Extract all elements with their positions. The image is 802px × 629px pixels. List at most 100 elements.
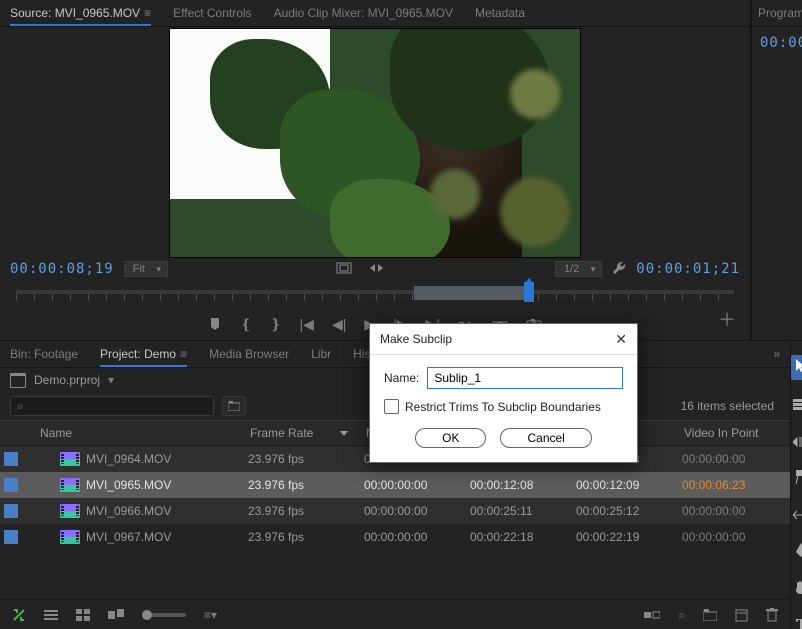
tab-program[interactable]: Program <box>758 6 802 20</box>
cell-media-start: 00:00:00:00 <box>364 530 470 544</box>
row-select-indicator <box>4 478 18 492</box>
timeline-tools <box>791 341 802 629</box>
tab-source[interactable]: Source: MVI_0965.MOV ≡ <box>10 6 151 20</box>
slip-tool[interactable] <box>793 507 802 525</box>
tab-menu-icon[interactable]: ≡ <box>180 347 187 361</box>
search-icon: ⌕ <box>17 399 24 414</box>
automate-to-sequence-icon[interactable] <box>644 609 660 621</box>
col-name[interactable]: Name <box>40 426 250 440</box>
tab-project-label: Project: Demo <box>100 347 176 361</box>
clip-icon <box>60 530 80 544</box>
cell-media-duration: 00:00:12:09 <box>576 478 682 492</box>
make-subclip-dialog: Make Subclip ✕ Name: Restrict Trims To S… <box>369 323 638 463</box>
restrict-trims-label: Restrict Trims To Subclip Boundaries <box>405 400 601 414</box>
table-row[interactable]: MVI_0965.MOV23.976 fps00:00:00:0000:00:1… <box>0 472 790 498</box>
step-back-button[interactable]: ◀| <box>332 316 346 333</box>
tab-libraries[interactable]: Libr <box>311 347 331 361</box>
icon-view-icon[interactable] <box>76 609 90 621</box>
tab-effect-controls[interactable]: Effect Controls <box>173 6 251 20</box>
insert-overwrite-icon[interactable] <box>368 261 386 277</box>
add-marker-button[interactable] <box>208 317 222 331</box>
dialog-close-button[interactable]: ✕ <box>615 331 627 348</box>
clip-icon <box>60 504 80 518</box>
list-view-icon[interactable] <box>44 609 58 621</box>
cell-name: MVI_0964.MOV <box>86 452 248 466</box>
wrench-settings-icon[interactable] <box>612 261 626 278</box>
restrict-trims-checkbox[interactable]: Restrict Trims To Subclip Boundaries <box>384 399 623 414</box>
project-search-input[interactable]: ⌕ <box>10 396 214 416</box>
bin-icon[interactable] <box>10 373 26 388</box>
sort-menu-icon[interactable]: ≡▾ <box>204 608 217 622</box>
dialog-name-label: Name: <box>384 371 419 385</box>
tab-metadata[interactable]: Metadata <box>475 6 525 20</box>
freeform-view-icon[interactable] <box>108 609 124 621</box>
source-viewport-stage <box>0 27 750 258</box>
ok-button[interactable]: OK <box>415 428 486 448</box>
find-icon[interactable]: ⌕ <box>678 608 685 623</box>
row-select-indicator <box>4 452 18 466</box>
tab-source-label: Source: MVI_0965.MOV <box>10 6 140 20</box>
cell-video-in: 00:00:06:23 <box>682 478 788 492</box>
project-breadcrumb[interactable]: Demo.prproj <box>34 373 100 387</box>
playhead[interactable] <box>524 282 534 302</box>
ripple-edit-tool[interactable] <box>793 434 802 452</box>
safe-margins-icon[interactable] <box>336 261 352 277</box>
row-select-indicator <box>4 504 18 518</box>
selection-count: 16 items selected <box>681 399 780 413</box>
tab-project[interactable]: Project: Demo ≡ <box>100 347 187 361</box>
table-row[interactable]: MVI_0967.MOV23.976 fps00:00:00:0000:00:2… <box>0 524 790 550</box>
in-out-range[interactable] <box>414 286 530 300</box>
subclip-name-input[interactable] <box>427 367 623 389</box>
source-timecode-in[interactable]: 00:00:08;19 <box>10 261 114 277</box>
delete-icon[interactable] <box>766 608 778 622</box>
cell-name: MVI_0965.MOV <box>86 478 248 492</box>
col-video-in[interactable]: Video In Point <box>684 426 790 440</box>
program-timecode[interactable]: 00:00 <box>760 35 802 51</box>
cell-name: MVI_0966.MOV <box>86 504 248 518</box>
razor-tool[interactable] <box>794 470 802 489</box>
cell-media-duration: 00:00:22:19 <box>576 530 682 544</box>
pen-tool[interactable] <box>794 543 802 562</box>
mark-out-button[interactable]: ❵ <box>270 316 282 333</box>
track-select-tool[interactable] <box>793 398 802 416</box>
cell-media-end: 00:00:22:18 <box>470 530 576 544</box>
go-to-in-button[interactable]: |◀ <box>300 316 314 333</box>
cell-video-in: 00:00:00:00 <box>682 452 788 466</box>
type-tool[interactable] <box>794 617 802 629</box>
new-bin-icon[interactable] <box>703 609 717 621</box>
cell-video-in: 00:00:00:00 <box>682 504 788 518</box>
project-footer: ≡▾ ⌕ <box>0 599 790 629</box>
program-monitor-panel: Program 00:00 <box>751 0 802 340</box>
source-viewport[interactable] <box>169 28 581 258</box>
mark-in-button[interactable]: ❴ <box>240 316 252 333</box>
new-item-icon[interactable] <box>735 609 748 622</box>
checkbox-box-icon <box>384 399 399 414</box>
clip-icon <box>60 452 80 466</box>
rw-toggle-icon[interactable] <box>12 608 26 622</box>
col-frame-rate[interactable]: Frame Rate <box>250 426 366 440</box>
dialog-title: Make Subclip <box>380 332 452 346</box>
source-timecode-duration[interactable]: 00:00:01;21 <box>636 261 740 277</box>
tab-audio-mixer[interactable]: Audio Clip Mixer: MVI_0965.MOV <box>274 6 453 20</box>
cell-media-duration: 00:00:25:12 <box>576 504 682 518</box>
source-scrub-bar[interactable] <box>16 284 734 308</box>
thumbnail-size-slider[interactable] <box>142 613 186 617</box>
source-panel-tabs: Source: MVI_0965.MOV ≡ Effect Controls Au… <box>0 0 750 27</box>
tab-bin-footage[interactable]: Bin: Footage <box>10 347 78 361</box>
cell-name: MVI_0967.MOV <box>86 530 248 544</box>
breadcrumb-chevron-icon[interactable]: ▾ <box>108 373 114 387</box>
row-select-indicator <box>4 530 18 544</box>
selection-tool[interactable] <box>791 355 802 380</box>
playback-res-dropdown[interactable]: 1/2 <box>555 261 602 277</box>
tab-menu-icon[interactable]: ≡ <box>144 6 151 20</box>
tab-media-browser[interactable]: Media Browser <box>209 347 289 361</box>
zoom-fit-dropdown[interactable]: Fit <box>124 261 168 277</box>
source-monitor-panel: Source: MVI_0965.MOV ≡ Effect Controls Au… <box>0 0 751 340</box>
panel-overflow-icon[interactable]: » <box>773 347 780 361</box>
hand-tool[interactable] <box>794 580 802 599</box>
filter-bin-icon[interactable] <box>222 396 246 416</box>
cell-frame-rate: 23.976 fps <box>248 478 364 492</box>
cancel-button[interactable]: Cancel <box>500 428 591 448</box>
table-row[interactable]: MVI_0966.MOV23.976 fps00:00:00:0000:00:2… <box>0 498 790 524</box>
button-editor-icon[interactable]: ＋ <box>718 306 736 332</box>
